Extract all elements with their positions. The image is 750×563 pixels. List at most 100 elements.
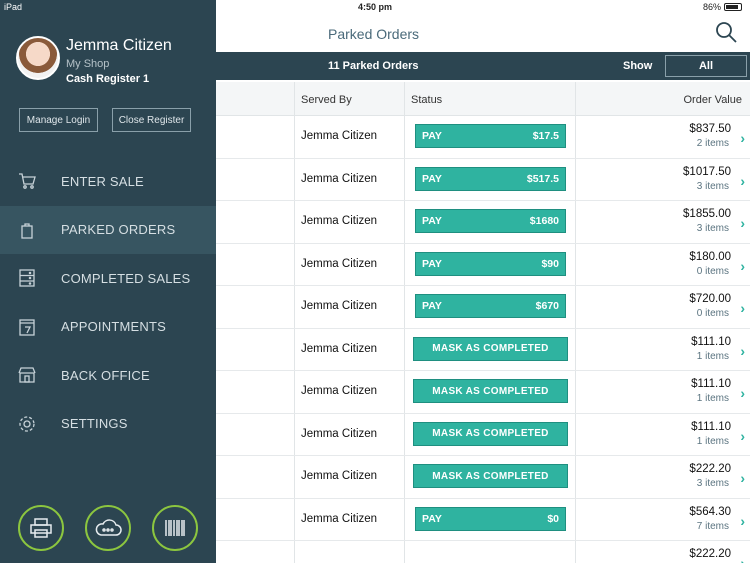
- order-value: $1855.00: [683, 208, 731, 220]
- chevron-right-icon[interactable]: ›: [740, 555, 745, 563]
- pay-label: PAY: [422, 215, 442, 227]
- order-value: $222.20: [689, 463, 731, 475]
- sidebar-item-enter-sale[interactable]: ENTER SALE: [0, 157, 216, 206]
- table-row[interactable]: Jemma Citizen PAY $1680 $1855.00 3 items ›: [216, 201, 750, 244]
- pay-label: PAY: [422, 130, 442, 142]
- chevron-right-icon[interactable]: ›: [740, 343, 745, 359]
- order-value: $720.00: [689, 293, 731, 305]
- chevron-right-icon[interactable]: ›: [740, 130, 745, 146]
- gear-icon: [18, 415, 36, 433]
- item-count: 2 items: [696, 138, 729, 149]
- item-count: 1 items: [696, 350, 729, 362]
- chevron-right-icon[interactable]: ›: [740, 258, 745, 274]
- sidebar: Jemma Citizen My Shop Cash Register 1 Ma…: [0, 0, 216, 563]
- table-row[interactable]: Jemma Citizen PAY $90 $180.00 0 items ›: [216, 244, 750, 286]
- battery-indicator: 86%: [703, 2, 742, 12]
- profile: Jemma Citizen My Shop Cash Register 1: [16, 36, 172, 85]
- table-row[interactable]: Jemma Citizen PAY $670 $720.00 0 items ›: [216, 286, 750, 329]
- pay-button[interactable]: PAY $90: [415, 251, 566, 276]
- table-row[interactable]: Jemma Citizen MASK AS COMPLETED $222.20 3 i…: [216, 456, 750, 499]
- order-value: $180.00: [689, 250, 731, 263]
- sidebar-item-label: COMPLETED SALES: [61, 270, 191, 286]
- sidebar-item-label: APPOINTMENTS: [61, 319, 166, 335]
- pay-button[interactable]: PAY $17.5: [415, 124, 566, 148]
- table-header: Served By Status Order Value: [216, 82, 750, 116]
- sidebar-item-appointments[interactable]: APPOINTMENTS: [0, 303, 216, 352]
- served-by-cell: Jemma Citizen: [301, 257, 378, 270]
- battery-percent: 86%: [702, 2, 721, 12]
- calendar-icon: [18, 318, 36, 336]
- table-row[interactable]: Jemma Citizen PAY $0 $564.30 7 items ›: [216, 499, 750, 541]
- chevron-right-icon[interactable]: ›: [740, 428, 745, 444]
- mark-completed-button[interactable]: MASK AS COMPLETED: [413, 336, 568, 361]
- close-register-button[interactable]: Close Register: [112, 108, 191, 132]
- chevron-right-icon[interactable]: ›: [740, 173, 745, 189]
- item-count: 3 items: [696, 478, 729, 489]
- filter-all-button[interactable]: All: [665, 55, 747, 77]
- item-count: 1 items: [696, 393, 729, 404]
- sidebar-item-parked-orders[interactable]: PARKED ORDERS: [0, 205, 216, 254]
- clock: 4:50 pm: [357, 2, 392, 12]
- table-row[interactable]: Jemma Citizen MASK AS COMPLETED $111.10 1 i…: [216, 329, 750, 371]
- main-panel: Parked Orders 11 Parked Orders Show All …: [216, 0, 750, 563]
- table-row[interactable]: Jemma Citizen PAY $517.5 $1017.50 3 items ›: [216, 159, 750, 201]
- pay-label: PAY: [422, 300, 442, 312]
- item-count: 3 items: [696, 180, 729, 192]
- amount-due: $17.5: [532, 130, 559, 142]
- show-label: Show: [623, 60, 653, 72]
- sidebar-menu: ENTER SALE PARKED ORDERS COMPLETED SALES…: [0, 157, 216, 448]
- chevron-right-icon[interactable]: ›: [740, 215, 745, 231]
- sidebar-item-label: BACK OFFICE: [61, 367, 150, 383]
- served-by-cell: Jemma Citizen: [301, 385, 378, 397]
- served-by-cell: Jemma Citizen: [301, 215, 378, 227]
- table-row[interactable]: Jemma Citizen MASK AS COMPLETED $111.10 1 i…: [216, 371, 750, 414]
- chevron-right-icon[interactable]: ›: [740, 513, 745, 529]
- table-row[interactable]: Jemma Citizen MASK AS COMPLETED $111.10 1 i…: [216, 414, 750, 456]
- order-value: $111.10: [691, 335, 731, 348]
- header: Parked Orders: [216, 14, 750, 52]
- amount-due: $670: [535, 300, 559, 312]
- item-count: 1 items: [696, 435, 729, 447]
- item-count: 7 items: [696, 520, 729, 532]
- pay-button[interactable]: PAY $517.5: [415, 166, 566, 191]
- cloud-icon: [95, 519, 122, 536]
- sidebar-item-back-office[interactable]: BACK OFFICE: [0, 351, 216, 400]
- barcode-button[interactable]: [152, 505, 198, 551]
- served-by-cell: Jemma Citizen: [301, 427, 378, 440]
- sidebar-item-label: SETTINGS: [61, 416, 128, 432]
- chevron-right-icon[interactable]: ›: [740, 300, 745, 316]
- served-by-cell: Jemma Citizen: [301, 470, 378, 482]
- amount-due: $0: [547, 512, 559, 525]
- item-count: 0 items: [696, 265, 729, 277]
- pay-button[interactable]: PAY $0: [415, 506, 566, 531]
- sidebar-item-completed-sales[interactable]: COMPLETED SALES: [0, 254, 216, 303]
- order-value: $111.10: [691, 378, 731, 390]
- orders-bar: 11 Parked Orders Show All: [216, 52, 750, 80]
- search-button[interactable]: [714, 20, 738, 44]
- list-icon: [18, 269, 36, 287]
- table-row[interactable]: Jemma Citizen PAY $17.5 $837.50 2 items ›: [216, 116, 750, 159]
- printer-icon: [30, 518, 52, 538]
- hardware-buttons: [18, 505, 198, 551]
- chevron-right-icon[interactable]: ›: [740, 470, 745, 486]
- column-served-by: Served By: [301, 94, 352, 106]
- avatar: [16, 36, 60, 80]
- printer-button[interactable]: [18, 505, 64, 551]
- amount-due: $517.5: [526, 172, 559, 185]
- profile-shop: My Shop: [66, 58, 110, 70]
- column-status: Status: [411, 94, 443, 106]
- pay-label: PAY: [422, 512, 442, 525]
- cloud-button[interactable]: [85, 505, 131, 551]
- manage-login-button[interactable]: Manage Login: [19, 108, 98, 132]
- order-value: $564.30: [689, 505, 731, 518]
- chevron-right-icon[interactable]: ›: [740, 385, 745, 401]
- mark-completed-button[interactable]: MASK AS COMPLETED: [413, 421, 568, 446]
- table-row[interactable]: $222.20 ›: [216, 541, 750, 563]
- pay-button[interactable]: PAY $1680: [415, 209, 566, 233]
- sidebar-item-settings[interactable]: SETTINGS: [0, 400, 216, 449]
- sidebar-item-label: PARKED ORDERS: [61, 222, 176, 238]
- amount-due: $90: [541, 257, 559, 270]
- pay-button[interactable]: PAY $670: [415, 294, 566, 318]
- mark-completed-button[interactable]: MASK AS COMPLETED: [413, 379, 568, 403]
- mark-completed-button[interactable]: MASK AS COMPLETED: [413, 464, 568, 488]
